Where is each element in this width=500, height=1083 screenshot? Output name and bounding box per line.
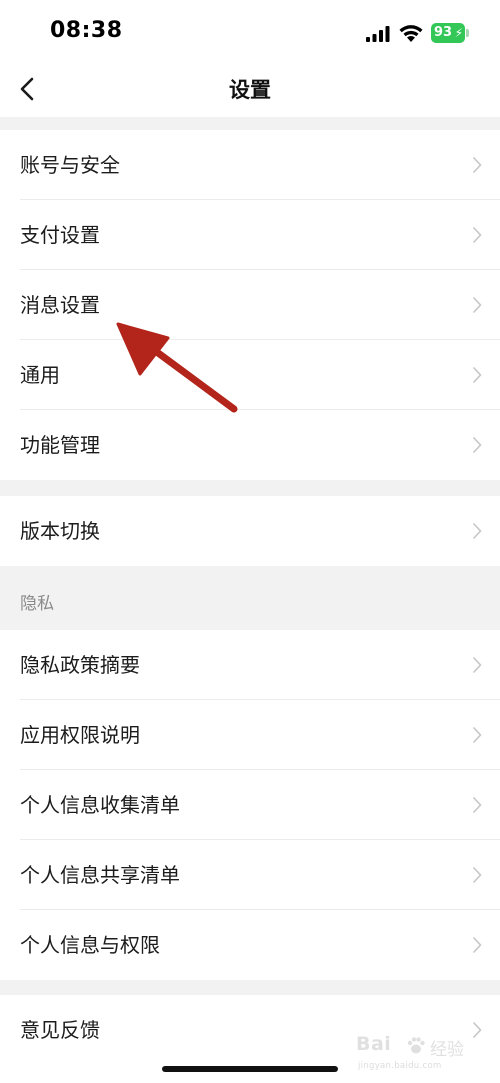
settings-item-label: 意见反馈 (20, 1018, 100, 1042)
battery-icon: 93 ⚡ (431, 23, 465, 43)
home-indicator[interactable] (162, 1066, 338, 1072)
settings-item-label: 个人信息与权限 (20, 933, 160, 957)
wifi-icon (399, 25, 423, 42)
charging-bolt-icon: ⚡ (454, 26, 463, 40)
paw-icon (407, 1037, 425, 1054)
battery-level: 93 (434, 25, 453, 40)
watermark-logo: Bai (356, 1033, 392, 1055)
privacy-section-header: 隐私 (0, 566, 500, 630)
settings-item-label: 通用 (20, 363, 60, 387)
settings-item-personal-info-sharing[interactable]: 个人信息共享清单 (0, 840, 500, 910)
chevron-right-icon (472, 936, 482, 954)
settings-item-label: 应用权限说明 (20, 723, 140, 747)
settings-item-app-permissions[interactable]: 应用权限说明 (0, 700, 500, 770)
watermark: Bai 经验 jingyan.baidu.com (356, 1033, 476, 1083)
settings-item-message[interactable]: 消息设置 (0, 270, 500, 340)
chevron-right-icon (472, 656, 482, 674)
settings-item-label: 个人信息共享清单 (20, 863, 180, 887)
battery-cap (466, 29, 469, 37)
watermark-url: jingyan.baidu.com (358, 1061, 442, 1071)
settings-item-privacy-policy-summary[interactable]: 隐私政策摘要 (0, 630, 500, 700)
nav-bar: 设置 (0, 62, 500, 117)
chevron-right-icon (472, 726, 482, 744)
settings-item-label: 功能管理 (20, 433, 100, 457)
settings-item-label: 支付设置 (20, 223, 100, 247)
status-time: 08:38 (50, 18, 123, 43)
settings-item-label: 隐私政策摘要 (20, 653, 140, 677)
settings-item-label: 账号与安全 (20, 153, 120, 177)
chevron-right-icon (472, 366, 482, 384)
settings-item-feature-management[interactable]: 功能管理 (0, 410, 500, 480)
status-bar: 08:38 93 ⚡ (0, 0, 500, 62)
settings-item-label: 版本切换 (20, 519, 100, 543)
settings-item-personal-info-permissions[interactable]: 个人信息与权限 (0, 910, 500, 980)
settings-item-label: 个人信息收集清单 (20, 793, 180, 817)
section-gap (0, 480, 500, 496)
section-gap (0, 980, 500, 995)
section-gap (0, 117, 500, 130)
chevron-right-icon (472, 522, 482, 540)
settings-item-label: 消息设置 (20, 293, 100, 317)
annotation-arrow-icon (116, 322, 238, 413)
chevron-right-icon (472, 796, 482, 814)
page-title: 设置 (229, 78, 271, 102)
settings-item-payment[interactable]: 支付设置 (0, 200, 500, 270)
chevron-right-icon (472, 296, 482, 314)
settings-item-version-switch[interactable]: 版本切换 (0, 496, 500, 566)
chevron-right-icon (472, 436, 482, 454)
chevron-right-icon (472, 226, 482, 244)
settings-item-personal-info-collection[interactable]: 个人信息收集清单 (0, 770, 500, 840)
cellular-signal-icon (366, 26, 390, 42)
chevron-right-icon (472, 866, 482, 884)
settings-item-general[interactable]: 通用 (0, 340, 500, 410)
settings-item-account-security[interactable]: 账号与安全 (0, 130, 500, 200)
watermark-brand: 经验 (430, 1040, 464, 1060)
chevron-right-icon (472, 156, 482, 174)
